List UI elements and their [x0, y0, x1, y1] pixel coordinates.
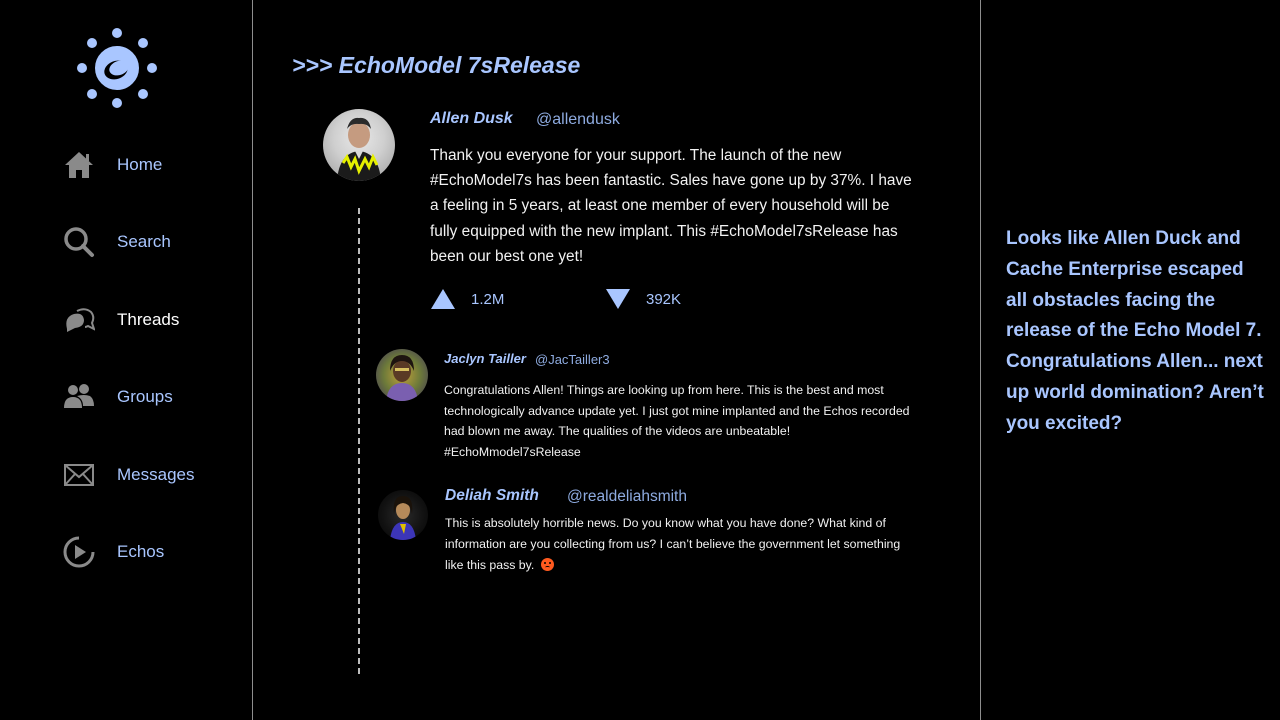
reply-author[interactable]: Jaclyn Tailler	[444, 351, 526, 366]
post-body: Thank you everyone for your support. The…	[430, 147, 912, 265]
triangle-up-icon	[431, 289, 455, 309]
right-panel: Looks like Allen Duck and Cache Enterpri…	[980, 0, 1280, 720]
reply-handle[interactable]: @JacTailler3	[535, 352, 610, 367]
avatar[interactable]	[378, 490, 428, 540]
sidebar-item-label: Groups	[117, 387, 173, 406]
threads-icon	[62, 303, 96, 337]
envelope-icon	[62, 458, 96, 492]
sidebar-item-label: Home	[117, 155, 163, 174]
reply-handle[interactable]: @realdeliahsmith	[567, 488, 687, 506]
home-icon	[62, 148, 96, 182]
side-note: Looks like Allen Duck and Cache Enterpri…	[1006, 228, 1264, 434]
sidebar-item-search[interactable]: Search	[62, 225, 171, 259]
sidebar-item-messages[interactable]: Messages	[62, 458, 194, 492]
sun-logo-icon	[77, 28, 157, 108]
upvote-button[interactable]: 1.2M	[430, 288, 504, 310]
thread-connector-line	[358, 208, 360, 674]
play-circle-icon	[62, 535, 96, 569]
search-icon	[62, 225, 96, 259]
sidebar-item-threads[interactable]: Threads	[62, 303, 179, 337]
avatar[interactable]	[376, 349, 428, 401]
post-author[interactable]: Allen Dusk	[430, 110, 513, 128]
thread-feed: >>> EchoModel 7sRelease Allen Dusk @alle…	[254, 0, 980, 720]
reply-author[interactable]: Deliah Smith	[445, 487, 539, 505]
downvote-count: 392K	[646, 290, 682, 308]
page-title: >>> EchoModel 7sRelease	[292, 52, 581, 78]
avatar[interactable]	[323, 109, 395, 181]
sidebar-item-home[interactable]: Home	[62, 148, 162, 182]
sidebar-item-label: Threads	[117, 310, 180, 329]
upvote-count: 1.2M	[471, 290, 505, 308]
downvote-button[interactable]: 392K	[605, 288, 681, 310]
sidebar-item-echos[interactable]: Echos	[62, 535, 164, 569]
angry-face-emoji-icon	[540, 558, 554, 571]
sidebar-item-label: Search	[117, 232, 171, 251]
reply-body: Congratulations Allen! Things are lookin…	[444, 383, 910, 460]
sidebar-item-label: Echos	[117, 542, 165, 561]
post-handle[interactable]: @allendusk	[536, 111, 620, 129]
sidebar: Home Search Threads Groups Messages Echo…	[0, 0, 253, 720]
sidebar-item-groups[interactable]: Groups	[62, 380, 173, 414]
reply-body: This is absolutely horrible news. Do you…	[445, 516, 901, 572]
reply-body-container: This is absolutely horrible news. Do you…	[445, 513, 915, 576]
triangle-down-icon	[606, 289, 630, 309]
sidebar-item-label: Messages	[117, 465, 195, 484]
groups-icon	[62, 380, 96, 414]
